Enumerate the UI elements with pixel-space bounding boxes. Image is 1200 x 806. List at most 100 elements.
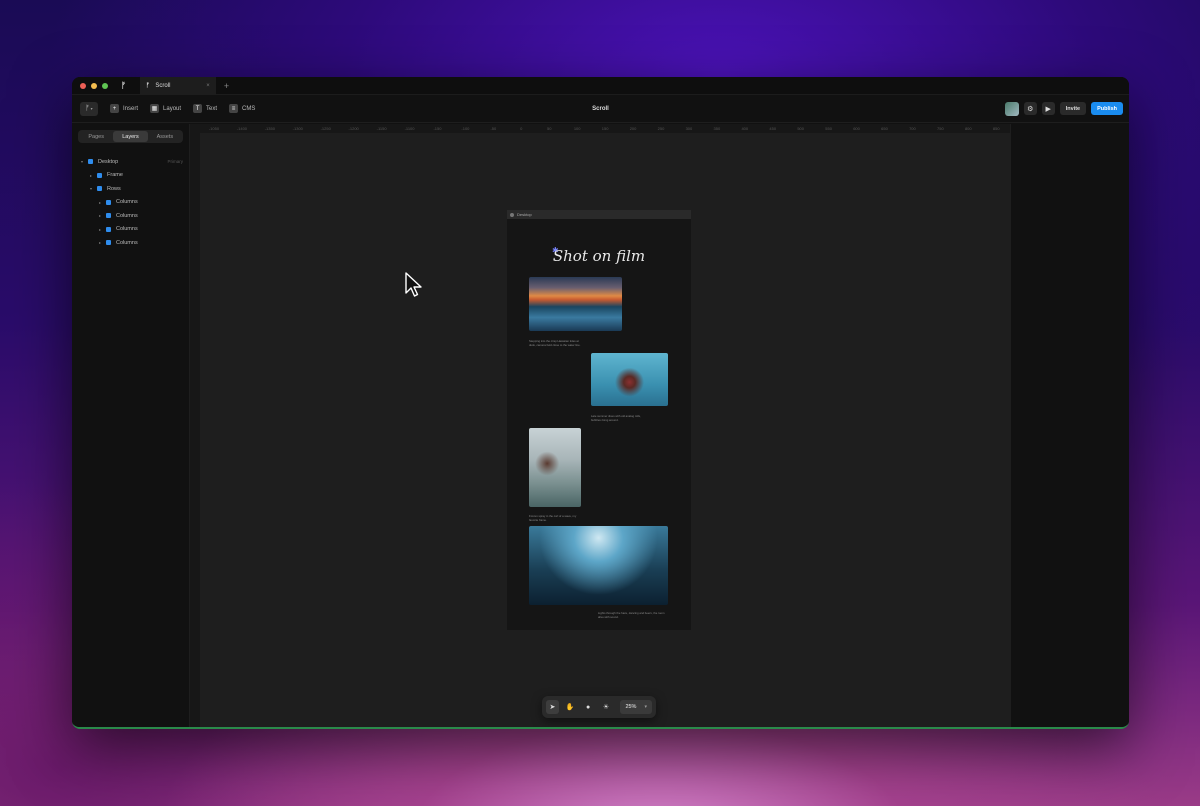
publish-button[interactable]: Publish <box>1091 102 1123 115</box>
preview-button[interactable]: ▶ <box>1041 102 1055 115</box>
layer-rows[interactable]: ▾ Rows <box>78 182 183 196</box>
frame-icon <box>97 172 102 178</box>
workspace: Pages Layers Assets ▾ Desktop Primary ▸ … <box>72 124 1129 727</box>
comment-icon: ● <box>586 703 591 711</box>
framer-logo-icon: ᚠ <box>85 105 90 112</box>
layer-desktop[interactable]: ▾ Desktop Primary <box>78 155 183 169</box>
chevron-down-icon[interactable]: ▾ <box>90 186 97 191</box>
framer-logo-icon: ᚠ <box>121 81 126 90</box>
ruler-tick: 450 <box>769 126 777 131</box>
layer-name: Columns <box>116 239 138 246</box>
ruler-tick: -1200 <box>348 126 359 131</box>
invite-button[interactable]: Invite <box>1059 102 1087 115</box>
tab-layers[interactable]: Layers <box>113 131 148 142</box>
desktop-frame[interactable]: Desktop ✱ Shot on film Stepping into the… <box>507 210 691 630</box>
frame-icon <box>88 159 93 165</box>
caption: Late summer dives with old analog rolls,… <box>591 414 641 422</box>
database-icon: ≡ <box>229 104 239 113</box>
tab-assets[interactable]: Assets <box>148 131 182 142</box>
tab-pages[interactable]: Pages <box>79 131 113 142</box>
window-controls <box>80 82 108 89</box>
chevron-down-icon[interactable]: ▾ <box>81 159 88 164</box>
layer-columns[interactable]: ▸ Columns <box>78 196 183 210</box>
tab-scroll[interactable]: ᚠ Scroll × <box>139 77 216 95</box>
layer-name: Columns <box>116 226 138 233</box>
layout-icon: ▦ <box>150 104 160 113</box>
new-tab-button[interactable]: + <box>224 81 229 91</box>
ruler-tick: 800 <box>964 126 972 131</box>
layer-tag: Primary <box>167 159 184 165</box>
cms-button[interactable]: ≡ CMS <box>229 104 255 113</box>
left-sidebar: Pages Layers Assets ▾ Desktop Primary ▸ … <box>72 124 190 727</box>
stack-icon <box>106 240 111 246</box>
chevron-right-icon[interactable]: ▸ <box>90 173 97 178</box>
ruler-tick: 750 <box>937 126 944 131</box>
toolbar-right: ⚙ ▶ Invite Publish <box>1004 101 1123 116</box>
horizontal-ruler: -1050 -1400 -1350 -1300 -1250 -1200 -1150 -1100… <box>200 124 1010 133</box>
close-window-button[interactable] <box>80 82 86 89</box>
layer-columns[interactable]: ▸ Columns <box>78 209 183 223</box>
layout-button[interactable]: ▦ Layout <box>150 104 181 113</box>
chevron-right-icon[interactable]: ▸ <box>99 213 106 218</box>
layers-tree: ▾ Desktop Primary ▸ Frame ▾ Rows ▸ Colum… <box>78 155 183 250</box>
main-menu-button[interactable]: ᚠ ▾ <box>80 101 98 116</box>
frame-label[interactable]: Desktop <box>507 210 691 219</box>
cursor-icon: ➤ <box>549 704 556 711</box>
ruler-tick: 650 <box>881 126 888 131</box>
layer-name: Columns <box>116 199 138 206</box>
minimize-window-button[interactable] <box>91 82 97 89</box>
layer-frame[interactable]: ▸ Frame <box>78 169 183 183</box>
photo-surfer[interactable] <box>529 428 581 507</box>
layer-name: Rows <box>107 185 121 192</box>
theme-toggle-button[interactable]: ☀ <box>600 700 613 714</box>
ruler-tick: 200 <box>629 126 637 131</box>
chevron-right-icon[interactable]: ▸ <box>99 227 106 232</box>
photo-underwater[interactable] <box>591 353 668 406</box>
play-icon: ▶ <box>1045 105 1051 113</box>
layout-label: Layout <box>163 105 182 112</box>
ruler-tick: -50 <box>490 126 497 131</box>
mouse-cursor-icon <box>405 272 422 297</box>
photo-sunset-wave[interactable] <box>529 277 622 331</box>
gear-icon: ⚙ <box>1027 105 1034 113</box>
maximize-window-button[interactable] <box>102 82 108 89</box>
ruler-tick: -1250 <box>320 126 331 131</box>
project-title: Scroll <box>592 105 609 112</box>
text-button[interactable]: T Text <box>193 104 217 113</box>
comment-tool-button[interactable]: ● <box>582 700 595 714</box>
insert-button[interactable]: + Insert <box>110 104 138 113</box>
ruler-tick: 550 <box>825 126 832 131</box>
sun-icon: ☀ <box>602 704 610 711</box>
frame-icon <box>510 212 514 217</box>
canvas-toolbar: ➤ ✋ ● ☀ 25% ▾ <box>542 696 656 718</box>
ruler-tick: 600 <box>853 126 860 131</box>
app-window: ᚠ ᚠ Scroll × + ᚠ ▾ + Insert ▦ Layout T T… <box>72 77 1129 729</box>
frame-label-text: Desktop <box>517 212 532 217</box>
text-label: Text <box>206 105 218 112</box>
chevron-right-icon[interactable]: ▸ <box>99 240 106 245</box>
settings-button[interactable]: ⚙ <box>1023 102 1037 115</box>
photo-concert[interactable] <box>529 526 668 605</box>
ruler-tick: 350 <box>713 126 721 131</box>
layer-columns[interactable]: ▸ Columns <box>78 236 183 250</box>
frame-body: ✱ Shot on film Stepping into the crisp H… <box>507 219 691 630</box>
layer-columns[interactable]: ▸ Columns <box>78 223 183 237</box>
stack-icon <box>106 226 111 232</box>
toolbar: ᚠ ▾ + Insert ▦ Layout T Text ≡ CMS Scrol… <box>72 95 1129 123</box>
zoom-select[interactable]: 25% ▾ <box>620 700 652 714</box>
chevron-down-icon: ▾ <box>644 704 647 710</box>
canvas[interactable]: -1050 -1400 -1350 -1300 -1250 -1200 -1150 -1100… <box>190 124 1010 727</box>
hand-icon: ✋ <box>565 704 575 711</box>
layer-name: Columns <box>116 212 138 219</box>
ruler-tick: 700 <box>909 126 916 131</box>
chevron-right-icon[interactable]: ▸ <box>99 200 106 205</box>
page-title[interactable]: Shot on film <box>507 247 691 265</box>
avatar[interactable] <box>1004 101 1019 116</box>
stack-icon <box>106 199 111 205</box>
insert-label: Insert <box>123 105 139 112</box>
caption: Stepping into the crisp Hawaiian tides a… <box>529 339 581 347</box>
tab-close-icon[interactable]: × <box>206 83 210 89</box>
chevron-down-icon: ▾ <box>90 106 93 111</box>
select-tool-button[interactable]: ➤ <box>546 700 559 714</box>
hand-tool-button[interactable]: ✋ <box>564 700 577 714</box>
